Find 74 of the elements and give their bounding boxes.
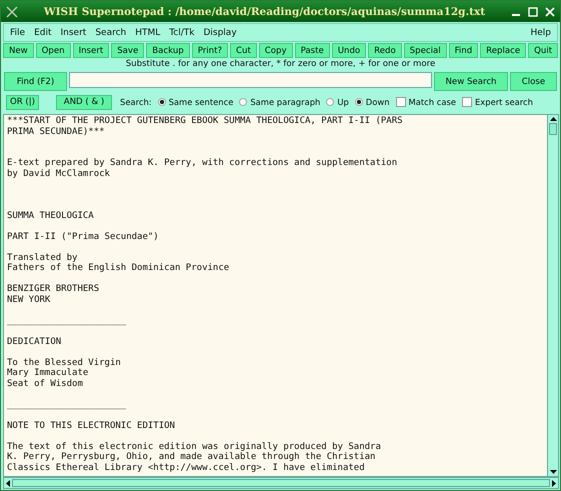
text-line: To the Blessed Virgin — [7, 358, 122, 368]
toolbar-button[interactable]: Special — [404, 43, 447, 58]
toolbar-button[interactable]: Print? — [192, 43, 228, 58]
horizontal-scrollbar[interactable] — [3, 477, 559, 489]
toolbar-button[interactable]: Copy — [258, 43, 293, 58]
text-line: PRIMA SECUNDAE)*** — [7, 126, 106, 137]
help-menu[interactable]: Help — [530, 28, 551, 38]
text-line: E-text prepared by Sandra K. Perry, with corrections and supplementation — [7, 158, 398, 168]
search-label: Search: — [120, 97, 152, 107]
text-line: Classics Ethereal Library <http://www.ccel.org>. I have eliminated — [7, 462, 366, 473]
checkbox-label: Match case — [408, 97, 456, 107]
radio-button[interactable] — [354, 98, 363, 106]
toolbar-button[interactable]: Replace — [480, 43, 526, 58]
maximize-icon[interactable] — [528, 6, 538, 16]
find-button[interactable]: Find (F2) — [4, 72, 67, 91]
menu-item[interactable]: Display — [203, 28, 237, 38]
toolbar-button[interactable]: Quit — [528, 43, 558, 58]
text-line: BENZIGER BROTHERS — [7, 284, 100, 294]
menu-item[interactable]: HTML — [135, 28, 160, 38]
text-line: The text of this electronic edition was originally produced by Sandra — [7, 442, 382, 452]
radio-button[interactable] — [158, 98, 166, 106]
toolbar-button[interactable]: Redo — [368, 43, 402, 58]
radio-label: Up — [337, 97, 349, 107]
toolbar-button[interactable]: Backup — [146, 43, 190, 58]
toolbar-button[interactable]: New — [3, 43, 34, 58]
text-line: ***START OF THE PROJECT GUTENBERG EBOOK SUMMA THEOLOGICA, PART I-II (PARS — [7, 116, 404, 126]
text-line: NEW YORK — [7, 294, 52, 305]
or-button[interactable]: OR (|) — [6, 94, 39, 110]
toolbar-button[interactable]: Save — [111, 43, 144, 58]
radio-button[interactable] — [239, 98, 248, 106]
hint-text: Substitute . for any one character, * for zero or more, + for one or more — [124, 58, 436, 71]
text-line: Fathers of the English Dominican Province — [7, 263, 230, 274]
radio-label: Same sentence — [168, 97, 234, 107]
close-button[interactable]: Close — [510, 72, 557, 91]
text-line: NOTE TO THIS ELECTRONIC EDITION — [7, 420, 176, 431]
toolbar-button[interactable]: Insert — [72, 43, 110, 58]
menu-item[interactable]: Edit — [34, 28, 52, 38]
find-field[interactable] — [69, 72, 432, 88]
new-search-button[interactable]: New Search — [434, 72, 508, 91]
text-line: Translated by — [7, 252, 78, 263]
menu-item[interactable]: Search — [95, 28, 126, 38]
text-line: PART I-II ("Prima Secundae") — [7, 232, 160, 242]
text-line: ______________________ — [7, 316, 128, 326]
menu-item[interactable]: File — [10, 28, 26, 38]
text-line: Seat of Wisdom — [7, 378, 84, 389]
window-title: WISH Supernotepad : /home/david/Reading/doctors/aquinas/summa12g.txt — [42, 6, 486, 18]
radio-label: Down — [366, 97, 390, 107]
toolbar-button[interactable]: Paste — [294, 43, 330, 58]
vertical-scrollbar[interactable] — [547, 115, 558, 476]
toolbar-button[interactable]: Find — [448, 43, 478, 58]
scroll-down-icon[interactable] — [548, 468, 558, 476]
text-line: K. Perry, Perrysburg, Ohio, and made available through the Christian — [7, 452, 376, 462]
scroll-up-icon[interactable] — [548, 115, 558, 123]
scroll-thumb[interactable] — [12, 479, 550, 487]
close-icon[interactable] — [545, 6, 555, 16]
text-line: SUMMA THEOLOGICA — [7, 210, 95, 221]
menu-item[interactable]: Tcl/Tk — [169, 28, 194, 38]
text-line: by David McClamrock — [7, 168, 111, 179]
checkbox[interactable] — [462, 97, 472, 107]
text-area[interactable] — [4, 115, 547, 476]
checkbox-label: Expert search — [475, 97, 533, 107]
app-icon — [6, 6, 18, 18]
radio-label: Same paragraph — [250, 97, 320, 107]
text-line: Mary Immaculate — [7, 368, 90, 378]
and-button[interactable]: AND ( & ) — [56, 94, 112, 110]
checkbox[interactable] — [396, 97, 406, 107]
scroll-thumb[interactable] — [549, 123, 557, 135]
toolbar-button[interactable]: Undo — [332, 43, 366, 58]
menu-item[interactable]: Insert — [60, 28, 86, 38]
toolbar-button[interactable]: Open — [36, 43, 71, 58]
toolbar-button[interactable]: Cut — [230, 43, 257, 58]
text-line: DEDICATION — [7, 336, 62, 347]
text-line: ______________________ — [7, 400, 128, 410]
radio-button[interactable] — [326, 98, 334, 106]
